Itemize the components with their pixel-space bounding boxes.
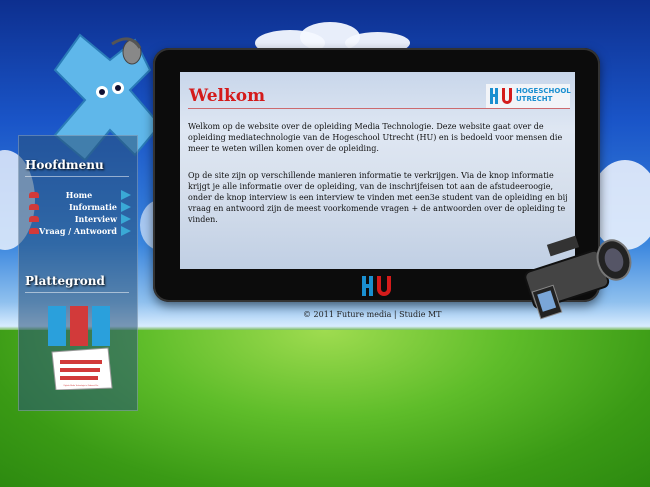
sitemap-heading: Plattegrond bbox=[25, 274, 105, 288]
menu-item-interview[interactable]: Interview bbox=[25, 213, 133, 225]
logo-line-1: HOGESCHOOL bbox=[516, 87, 571, 95]
hu-logo-icon bbox=[362, 276, 391, 296]
bullet-icon bbox=[29, 192, 39, 198]
menu-item-label: Interview bbox=[74, 214, 117, 224]
logo-text: HOGESCHOOL UTRECHT bbox=[516, 87, 571, 103]
main-menu: Home Informatie Interview Vraag / Antwoo… bbox=[25, 189, 133, 237]
bullet-icon bbox=[29, 228, 39, 234]
intro-paragraph: Welkom op de website over de opleiding M… bbox=[188, 122, 563, 153]
menu-item-label: Vraag / Antwoord bbox=[39, 226, 117, 236]
divider bbox=[25, 292, 129, 293]
content-panel: Welkom HOGESCHOOL UTRECHT Welkom op de w… bbox=[180, 72, 575, 269]
bullet-icon bbox=[29, 204, 39, 210]
video-camera-image bbox=[524, 235, 632, 320]
menu-item-label: Home bbox=[65, 190, 93, 200]
arrow-right-icon bbox=[121, 202, 131, 212]
menu-item-informatie[interactable]: Informatie bbox=[25, 201, 133, 213]
arrow-right-icon bbox=[121, 214, 131, 224]
menu-item-home[interactable]: Home bbox=[25, 189, 133, 201]
bullet-icon bbox=[29, 216, 39, 222]
menu-item-vraag-antwoord[interactable]: Vraag / Antwoord bbox=[25, 225, 133, 237]
menu-heading: Hoofdmenu bbox=[25, 158, 104, 172]
info-paragraph: Op de site zijn op verschillende maniere… bbox=[188, 171, 568, 224]
arrow-right-icon bbox=[121, 190, 131, 200]
menu-item-label: Informatie bbox=[68, 202, 117, 212]
arrow-right-icon bbox=[121, 226, 131, 236]
logo-line-2: UTRECHT bbox=[516, 95, 553, 103]
title-divider bbox=[188, 108, 570, 109]
hu-logo: HOGESCHOOL UTRECHT bbox=[486, 84, 571, 108]
divider bbox=[25, 176, 129, 177]
sidebar: Hoofdmenu Home Informatie Interview Vraa… bbox=[18, 135, 138, 411]
footer-copyright: © 2011 Future media | Studie MT bbox=[303, 310, 442, 319]
sitemap-image[interactable]: Digitale Media Technologie te Zuidwest P… bbox=[46, 304, 116, 390]
hu-logo-icon bbox=[490, 88, 512, 104]
page-title: Welkom bbox=[189, 86, 266, 106]
